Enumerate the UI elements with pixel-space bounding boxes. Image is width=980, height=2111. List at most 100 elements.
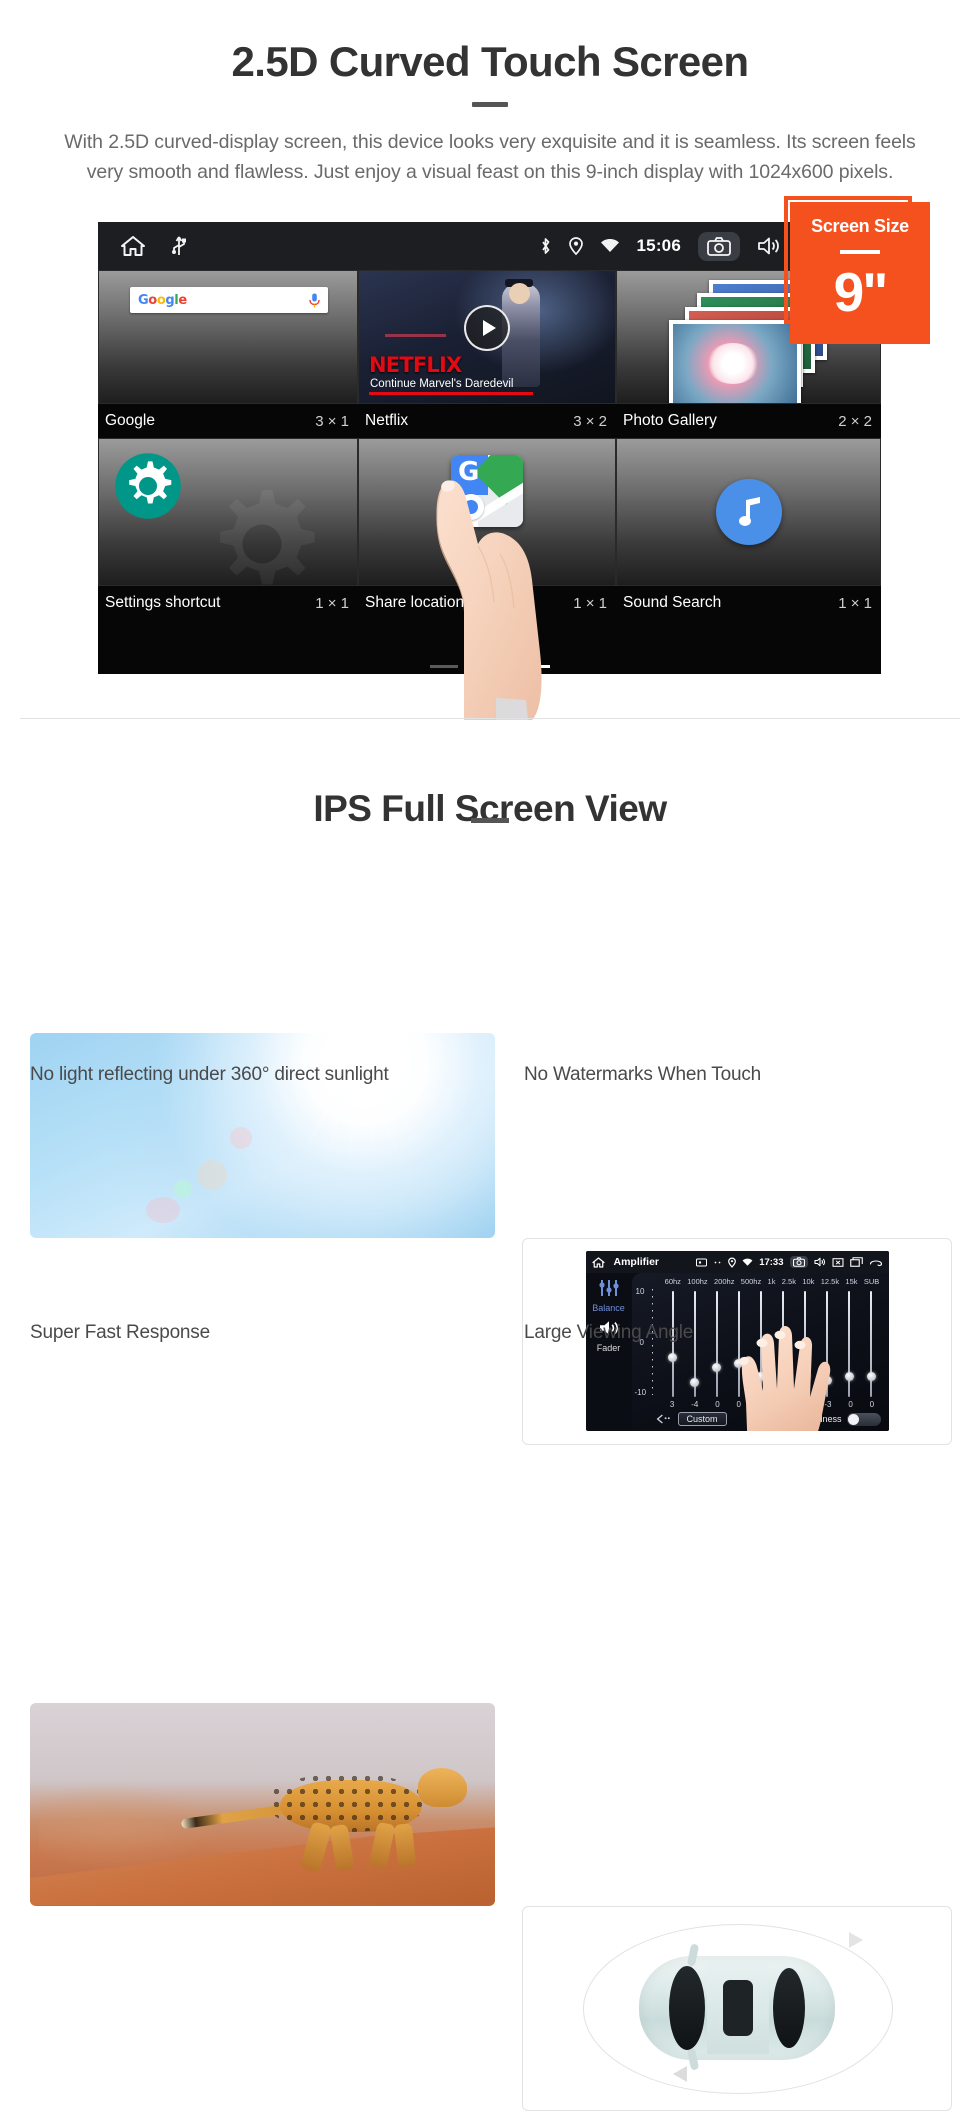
widget-row-2: Settings shortcut 1 × 1 G Share location… bbox=[98, 438, 881, 620]
widget-name: Sound Search bbox=[623, 594, 722, 611]
widget-label-sound-search: Sound Search 1 × 1 bbox=[616, 586, 881, 620]
widget-cell-sound-search[interactable]: Sound Search 1 × 1 bbox=[616, 438, 881, 620]
volume-icon[interactable] bbox=[813, 1257, 826, 1267]
caption-viewing-angle: Large Viewing Angle bbox=[524, 1322, 694, 1343]
balance-label: Balance bbox=[592, 1303, 625, 1314]
wifi-icon[interactable] bbox=[742, 1258, 753, 1267]
eq-slider[interactable] bbox=[668, 1291, 678, 1398]
widget-cell-netflix[interactable]: NETFLIX Continue Marvel's Daredevil Netf… bbox=[358, 270, 616, 438]
netflix-widget[interactable]: NETFLIX Continue Marvel's Daredevil bbox=[358, 270, 616, 404]
eq-slider[interactable] bbox=[712, 1291, 722, 1398]
badge-divider bbox=[840, 250, 880, 254]
freq-label: 1k bbox=[767, 1277, 776, 1287]
section-divider bbox=[20, 718, 960, 719]
more-dots-icon[interactable] bbox=[713, 1258, 722, 1267]
widget-cell-settings[interactable]: Settings shortcut 1 × 1 bbox=[98, 438, 358, 620]
recent-apps-icon[interactable] bbox=[849, 1257, 863, 1267]
camera-icon[interactable] bbox=[789, 1256, 808, 1269]
caption-sunlight: No light reflecting under 360° direct su… bbox=[30, 1064, 389, 1085]
widget-grid: Google Google 3 × 1 NETFLIX Continue Mar… bbox=[98, 270, 881, 674]
freq-label: 10k bbox=[802, 1277, 815, 1287]
amplifier-title: Amplifier bbox=[613, 1256, 660, 1269]
google-search-widget[interactable]: Google bbox=[98, 270, 358, 404]
product-detail-page: 2.5D Curved Touch Screen With 2.5D curve… bbox=[0, 0, 980, 2111]
netflix-subtitle: Continue Marvel's Daredevil bbox=[370, 378, 514, 390]
status-bar-left-icons bbox=[98, 235, 186, 257]
rotation-arrow-top bbox=[849, 1932, 863, 1949]
widget-name: Photo Gallery bbox=[623, 412, 717, 429]
google-maps-icon[interactable]: G bbox=[451, 455, 523, 527]
usb-icon[interactable] bbox=[172, 235, 186, 257]
eq-slider[interactable] bbox=[844, 1291, 854, 1398]
sunroof bbox=[723, 1980, 753, 2037]
card-car-image bbox=[522, 1905, 952, 2111]
eq-slider[interactable] bbox=[866, 1291, 876, 1398]
preset-custom-button[interactable]: Custom bbox=[677, 1412, 727, 1427]
widget-size: 2 × 2 bbox=[838, 412, 872, 430]
home-icon[interactable] bbox=[120, 235, 146, 257]
frequency-labels: 60hz 100hz 200hz 500hz 1k 2.5k 10k 12.5k… bbox=[632, 1273, 889, 1286]
widget-label-share-location: Share location 1 × 1 bbox=[358, 586, 616, 620]
caption-watermarks: No Watermarks When Touch bbox=[524, 1064, 762, 1085]
google-search-bar[interactable]: Google bbox=[130, 287, 328, 313]
equalizer-panel: 60hz 100hz 200hz 500hz 1k 2.5k 10k 12.5k… bbox=[631, 1273, 889, 1432]
sound-search-widget[interactable] bbox=[616, 438, 881, 586]
settings-shortcut-widget[interactable] bbox=[98, 438, 358, 586]
widget-size: 3 × 1 bbox=[315, 412, 349, 430]
amplifier-hand-illustration bbox=[730, 1317, 840, 1432]
widget-cell-google[interactable]: Google Google 3 × 1 bbox=[98, 270, 358, 438]
slider-value: 0 bbox=[848, 1400, 853, 1410]
amplifier-sidebar: Balance Fader bbox=[586, 1273, 632, 1431]
freq-label: 200hz bbox=[714, 1277, 735, 1287]
wifi-icon[interactable] bbox=[600, 238, 620, 254]
home-icon[interactable] bbox=[591, 1256, 605, 1268]
loudness-toggle[interactable] bbox=[846, 1412, 881, 1426]
google-logo: Google bbox=[138, 292, 187, 308]
music-note-icon[interactable] bbox=[715, 479, 782, 545]
close-box-icon[interactable] bbox=[832, 1257, 844, 1267]
camera-icon[interactable] bbox=[698, 231, 740, 261]
page-dot-3-active[interactable] bbox=[521, 665, 550, 668]
netflix-head bbox=[508, 282, 530, 304]
section2-title: IPS Full Screen View bbox=[313, 787, 667, 829]
page-dot-1[interactable] bbox=[429, 665, 458, 668]
slider-value: -4 bbox=[691, 1400, 699, 1410]
amplifier-status-icons: 17:33 bbox=[696, 1256, 883, 1269]
device-screenshot: 15:06 Google Google 3 × 1 NETFLIX Contin… bbox=[98, 222, 881, 674]
freq-label: 2.5k bbox=[781, 1277, 796, 1287]
card-cheetah-image bbox=[30, 1702, 495, 1906]
page-dot-2[interactable] bbox=[475, 665, 504, 668]
freq-label: 15k bbox=[845, 1277, 858, 1287]
widget-label-photo-gallery: Photo Gallery 2 × 2 bbox=[616, 404, 881, 438]
widget-size: 1 × 1 bbox=[315, 594, 349, 612]
widget-name: Google bbox=[105, 412, 155, 429]
netflix-streak bbox=[384, 334, 447, 338]
location-icon[interactable] bbox=[728, 1257, 737, 1268]
running-cheetah-photo bbox=[30, 1702, 495, 1906]
share-location-widget[interactable]: G bbox=[358, 438, 616, 586]
widget-cell-share-location[interactable]: G Share location 1 × 1 bbox=[358, 438, 616, 620]
widget-size: 3 × 2 bbox=[573, 412, 607, 430]
amplifier-status-bar: Amplifier 17:33 bbox=[585, 1251, 889, 1274]
eq-slider[interactable] bbox=[690, 1291, 700, 1398]
widget-name: Netflix bbox=[365, 412, 409, 429]
microphone-icon[interactable] bbox=[309, 293, 320, 308]
bluetooth-icon[interactable] bbox=[539, 236, 552, 256]
play-icon[interactable] bbox=[464, 304, 510, 351]
balance-sliders-icon[interactable] bbox=[597, 1279, 621, 1297]
page-indicator-dots[interactable] bbox=[98, 665, 881, 668]
rear-window bbox=[773, 1968, 805, 2049]
sd-card-icon[interactable] bbox=[696, 1258, 708, 1267]
prev-preset-icon[interactable] bbox=[656, 1413, 672, 1425]
screen-size-badge: Screen Size 9" bbox=[790, 202, 930, 344]
gear-icon[interactable] bbox=[107, 445, 189, 532]
back-icon[interactable] bbox=[869, 1257, 883, 1267]
caption-fast-response: Super Fast Response bbox=[30, 1322, 210, 1343]
badge-label: Screen Size bbox=[811, 216, 909, 236]
widget-label-google: Google 3 × 1 bbox=[98, 404, 358, 438]
volume-icon[interactable] bbox=[757, 236, 781, 256]
widget-label-settings: Settings shortcut 1 × 1 bbox=[98, 586, 358, 620]
location-icon[interactable] bbox=[568, 236, 583, 256]
scale-top-label: 10 bbox=[635, 1287, 645, 1297]
gear-ghost-icon bbox=[187, 469, 337, 585]
